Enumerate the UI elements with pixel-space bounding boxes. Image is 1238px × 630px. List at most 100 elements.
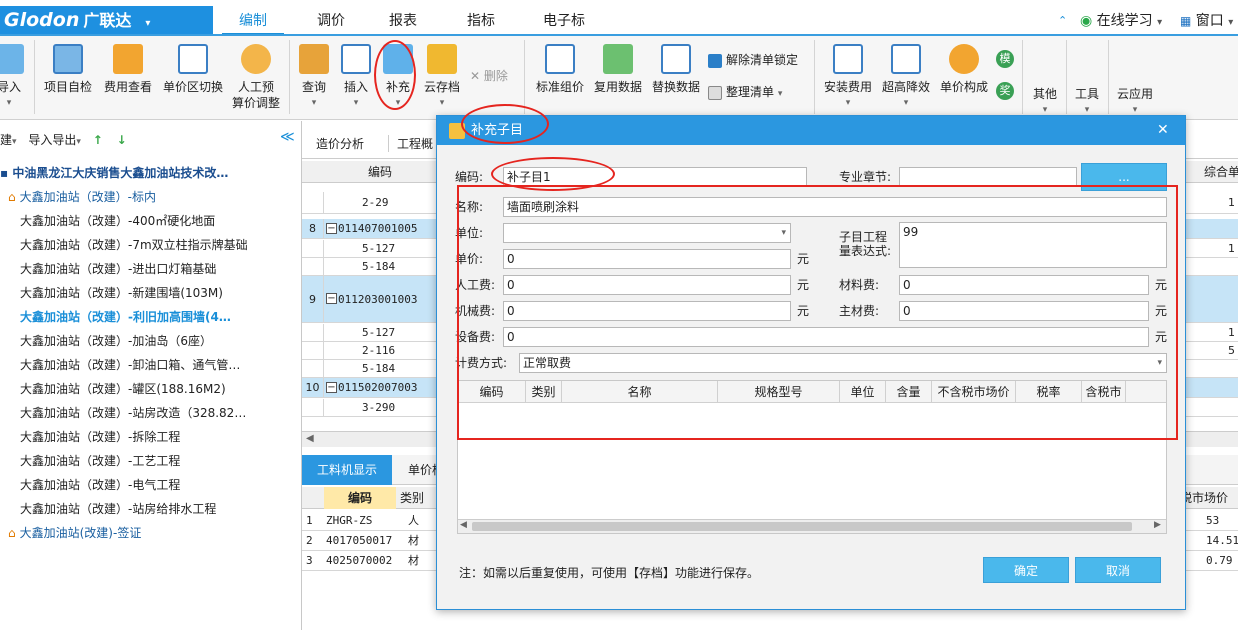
row-code[interactable]: 011203001003: [338, 276, 417, 322]
row-code[interactable]: 5-184: [362, 258, 395, 275]
delete-button[interactable]: ✕ 删除: [470, 68, 508, 84]
chapter-input[interactable]: [899, 167, 1077, 187]
collapse-row-icon[interactable]: −: [326, 293, 337, 304]
self-check-button[interactable]: 项目自检: [42, 44, 94, 95]
tree-node[interactable]: ⌂ 大鑫加油站(改建)-签证: [0, 521, 300, 545]
tree-node[interactable]: 大鑫加油站（改建）-拆除工程: [0, 425, 300, 449]
import-export-button[interactable]: 导入导出: [28, 133, 76, 147]
fee-view-icon: [113, 44, 143, 74]
tab-compile[interactable]: 编制: [222, 10, 284, 36]
tree-node[interactable]: 大鑫加油站（改建）-进出口灯箱基础: [0, 257, 300, 281]
high-reduce-button[interactable]: 超高降效 ▾: [878, 44, 934, 111]
cancel-button[interactable]: 取消: [1075, 557, 1161, 583]
tree-node[interactable]: ⌂ 大鑫加油站（改建）-标内: [0, 185, 300, 209]
col-header-code[interactable]: 编码: [324, 161, 436, 183]
scroll-left-icon[interactable]: ◀: [460, 520, 467, 530]
tree-node[interactable]: 大鑫加油站（改建）-站房给排水工程: [0, 497, 300, 521]
online-learning-button[interactable]: ◉ 在线学习 ▾: [1080, 12, 1162, 32]
price-zone-switch-button[interactable]: 单价区切换: [160, 44, 226, 95]
tree-node[interactable]: 大鑫加油站（改建）-利旧加高围墙(4…: [0, 305, 300, 329]
cloud-save-button[interactable]: 云存档 ▾: [420, 44, 464, 111]
tab-e-bid[interactable]: 电子标: [530, 10, 598, 36]
import-button[interactable]: 导入 ▾: [0, 44, 26, 111]
tree-node[interactable]: 大鑫加油站（改建）-电气工程: [0, 473, 300, 497]
move-down-icon[interactable]: ↓: [117, 133, 127, 147]
collapse-row-icon[interactable]: −: [326, 381, 337, 393]
row-number: 9: [302, 276, 324, 322]
ok-button[interactable]: 确定: [983, 557, 1069, 583]
app-logo[interactable]: Glodon 广联达 ▾: [0, 6, 213, 34]
query-button[interactable]: 查询 ▾: [296, 44, 332, 111]
unlock-list-button[interactable]: 解除清单锁定: [708, 52, 798, 68]
tab-cost-analysis[interactable]: 造价分析: [308, 135, 372, 152]
std-price-button[interactable]: 标准组价: [534, 44, 586, 95]
tree-node-label: 大鑫加油站（改建）-加油岛（6座）: [20, 334, 212, 348]
row-number: [302, 399, 324, 416]
window-menu-button[interactable]: ▦ 窗口 ▾: [1180, 12, 1233, 32]
row-code[interactable]: 011502007003: [338, 378, 417, 397]
scroll-thumb[interactable]: [472, 522, 1132, 531]
organize-list-button[interactable]: 整理清单 ▾: [708, 84, 782, 102]
tools-menu-button[interactable]: 工具 ▾: [1068, 86, 1106, 118]
cloud-app-menu-button[interactable]: 云应用 ▾: [1112, 86, 1158, 118]
tree-node[interactable]: 大鑫加油站（改建）-罐区(188.16M2): [0, 377, 300, 401]
row-code[interactable]: 2-116: [362, 342, 395, 359]
tab-indicators[interactable]: 指标: [450, 10, 512, 36]
row-code[interactable]: 3-290: [362, 399, 395, 416]
labor-adjust-button[interactable]: 人工预 算价调整: [230, 44, 282, 111]
fee-view-label: 费用查看: [103, 80, 152, 94]
bottom-col-code[interactable]: 编码: [324, 487, 396, 509]
fee-view-button[interactable]: 费用查看: [100, 44, 156, 95]
tab-reports[interactable]: 报表: [372, 10, 434, 36]
install-fee-icon: [833, 44, 863, 74]
replace-data-button[interactable]: 替换数据: [650, 44, 702, 95]
bottom-col-type[interactable]: 类别: [400, 487, 432, 509]
title-bar: Glodon 广联达 ▾ 编制 调价 报表 指标 电子标 ⌃ ◉ 在线学习 ▾ ▦ …: [0, 0, 1238, 36]
tree-node[interactable]: 大鑫加油站（改建）-工艺工程: [0, 449, 300, 473]
ribbon-separator: [289, 40, 290, 114]
tree-node[interactable]: ▪ 中油黑龙江大庆销售大鑫加油站技术改…: [0, 161, 300, 185]
row-code[interactable]: 2-29: [362, 192, 389, 213]
cloud-save-icon: [427, 44, 457, 74]
tree-node[interactable]: 大鑫加油站（改建）-400㎡硬化地面: [0, 209, 300, 233]
scroll-right-icon[interactable]: ▶: [1154, 520, 1161, 530]
supplement-item-dialog: 补充子目 ✕ 编码: 补子目1 专业章节: ... 名称: 墙面喷刷涂料 单位:…: [436, 104, 1186, 610]
build-button[interactable]: 建: [0, 133, 12, 147]
tab-project-overview[interactable]: 工程概: [388, 135, 441, 152]
row-code: 4025070002: [326, 554, 393, 567]
bottom-col-price[interactable]: 税市场价: [1180, 487, 1238, 509]
query-caret-icon: ▾: [311, 98, 317, 108]
scroll-left-icon[interactable]: ◀: [306, 433, 314, 444]
jiang-button[interactable]: 奖: [996, 82, 1014, 100]
move-up-icon[interactable]: ↑: [93, 133, 103, 147]
tree-node[interactable]: 大鑫加油站（改建）-7m双立柱指示牌基础: [0, 233, 300, 257]
tree-node-label: 大鑫加油站（改建）-站房给排水工程: [20, 502, 217, 516]
price-comp-button[interactable]: 单价构成: [938, 44, 990, 95]
tree-node[interactable]: 大鑫加油站（改建）-卸油口箱、通气管…: [0, 353, 300, 377]
reuse-data-button[interactable]: 复用数据: [592, 44, 644, 95]
collapse-panel-icon[interactable]: ≪: [280, 129, 295, 145]
tab-labor-material-machine[interactable]: 工料机显示: [302, 455, 392, 485]
col-header-unit-price[interactable]: 综合单: [1204, 161, 1238, 183]
row-code[interactable]: 5-127: [362, 324, 395, 341]
tree-node[interactable]: 大鑫加油站（改建）-站房改造（328.82…: [0, 401, 300, 425]
chevron-up-icon[interactable]: ⌃: [1058, 12, 1067, 30]
row-code[interactable]: 5-127: [362, 240, 395, 257]
row-code[interactable]: 011407001005: [338, 219, 417, 238]
row-unit-price: 1: [1228, 196, 1235, 209]
close-icon[interactable]: ✕: [1157, 122, 1169, 138]
other-menu-button[interactable]: 其他 ▾: [1026, 86, 1064, 118]
install-fee-button[interactable]: 安装费用 ▾: [820, 44, 876, 111]
resource-table-hscrollbar[interactable]: ◀ ▶: [458, 519, 1166, 533]
row-code[interactable]: 5-184: [362, 360, 395, 377]
tree-node[interactable]: 大鑫加油站（改建）-新建围墙(103M): [0, 281, 300, 305]
high-reduce-icon: [891, 44, 921, 74]
tab-adjust-price[interactable]: 调价: [300, 10, 362, 36]
price-zone-label: 单价区切换: [162, 80, 223, 94]
insert-button[interactable]: 插入 ▾: [338, 44, 374, 111]
tree-node[interactable]: 大鑫加油站（改建）-加油岛（6座）: [0, 329, 300, 353]
tree-node-label: 大鑫加油站（改建）-电气工程: [20, 478, 181, 492]
mo-button[interactable]: 模: [996, 50, 1014, 68]
collapse-row-icon[interactable]: −: [326, 222, 337, 234]
tree-node-label: 大鑫加油站（改建）-工艺工程: [20, 454, 181, 468]
